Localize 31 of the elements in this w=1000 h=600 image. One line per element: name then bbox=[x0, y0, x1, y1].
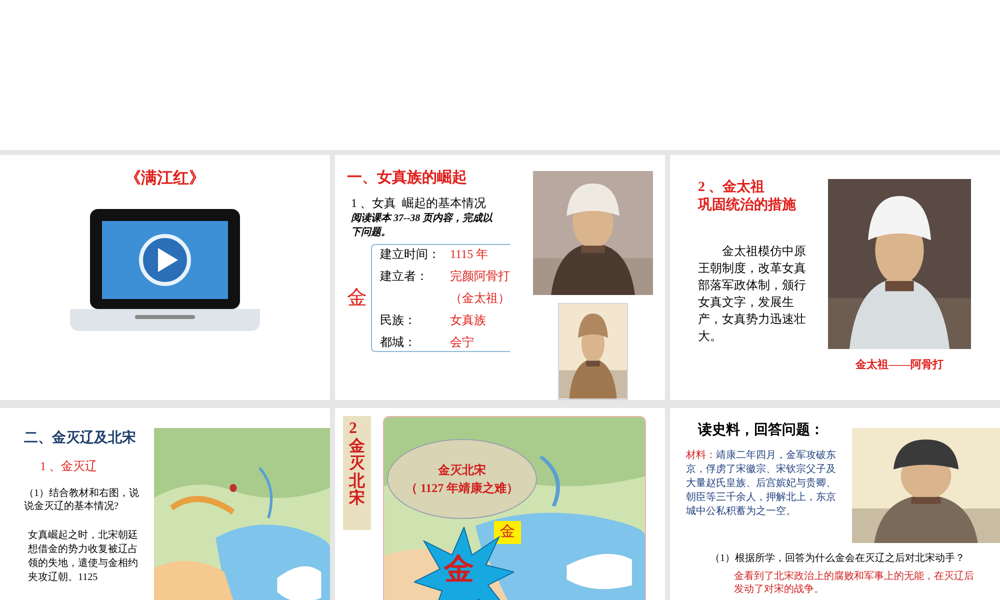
fact-label: 建立时间： bbox=[380, 246, 440, 260]
callout-text: （ 1127 年靖康之难） bbox=[405, 480, 519, 497]
slide-heading: 2 、金太祖 bbox=[698, 179, 766, 197]
fact-label: 建立者： bbox=[380, 268, 428, 282]
fact-value: 女真族 bbox=[450, 312, 486, 328]
fact-label: 都城： bbox=[380, 334, 416, 348]
body-text: 金太祖模仿中原王朝制度，改革女真部落军政体制，颁行女真文字，发展生产，女真势力迅速壮大。 bbox=[698, 243, 807, 345]
answer-text: 金看到了北宋政治上的腐败和军事上的无能，在灭辽后发动了对宋的战争。 bbox=[734, 570, 974, 596]
image-caption: 金太祖——阿骨打 bbox=[856, 358, 944, 373]
body-text: 女真崛起之时，北宋朝廷想借金的势力收复被辽占领的失地，遣使与金相约夹攻辽朝。1125 bbox=[27, 529, 139, 585]
slide-title: 《满江红》 bbox=[125, 168, 205, 189]
callout-text: 金灭北宋 bbox=[438, 462, 486, 479]
slide-heading: 二、金灭辽及北宋 bbox=[24, 428, 137, 448]
slide-subheading: 1 、金灭辽 bbox=[39, 458, 98, 475]
question-text: （1）结合教材和右图，说说金灭辽的基本情况? bbox=[24, 487, 140, 513]
slide-heading: 读史料，回答问题： bbox=[696, 421, 825, 440]
fact-value: 完颜阿骨打 bbox=[450, 268, 510, 284]
bracket-label: 金 bbox=[347, 286, 367, 310]
instruction-text: 阅读课本 37--38 页内容，完成以下问题。 bbox=[350, 212, 494, 240]
question-text: （1）根据所学，回答为什么金会在灭辽之后对北宋动手？ bbox=[709, 552, 966, 566]
fact-value: 1115 年 bbox=[450, 246, 488, 262]
highlight-tag: 金 bbox=[494, 521, 521, 544]
slide-heading: 一、女真族的崛起 bbox=[347, 168, 468, 188]
source-text: 材料：靖康二年四月，金军攻破东京，俘虏了宋徽宗、宋钦宗父子及大量赵氏皇族、后宫嫔妃与贵卿、朝臣等三千余人，押解北上，东京城中公私积蓄为之一空。 bbox=[686, 449, 837, 519]
fact-label: 民族： bbox=[380, 312, 416, 326]
slide-heading: 巩固统治的措施 bbox=[698, 197, 797, 215]
side-label: 2金灭北宋 bbox=[343, 416, 371, 530]
slide-subheading: 1 、女真 崛起的基本情况 bbox=[350, 194, 487, 212]
fact-value: （金太祖） bbox=[450, 290, 510, 306]
fact-value: 会宁 bbox=[450, 334, 474, 350]
starburst-text: 金 bbox=[444, 555, 474, 585]
